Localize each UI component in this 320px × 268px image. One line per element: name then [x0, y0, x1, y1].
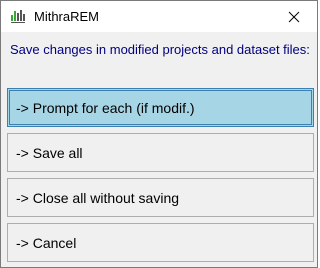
save-all-button[interactable]: -> Save all: [7, 133, 314, 172]
close-button[interactable]: [271, 1, 317, 32]
close-all-without-saving-button[interactable]: -> Close all without saving: [7, 178, 314, 217]
prompt-for-each-button[interactable]: -> Prompt for each (if modif.): [7, 88, 314, 127]
dialog-window: MithraREM Save changes in modified proje…: [0, 0, 318, 268]
close-all-without-saving-label: -> Close all without saving: [16, 189, 180, 206]
cancel-label: -> Cancel: [16, 234, 77, 251]
close-icon: [288, 11, 300, 22]
title-bar[interactable]: MithraREM: [1, 1, 317, 32]
save-all-label: -> Save all: [16, 144, 83, 161]
dialog-message: Save changes in modified projects and da…: [10, 42, 310, 57]
mithrarem-logo-icon: [9, 7, 27, 25]
window-title: MithraREM: [34, 9, 100, 24]
prompt-for-each-label: -> Prompt for each (if modif.): [16, 99, 195, 116]
cancel-button[interactable]: -> Cancel: [7, 223, 314, 262]
dialog-body: Save changes in modified projects and da…: [1, 32, 317, 267]
